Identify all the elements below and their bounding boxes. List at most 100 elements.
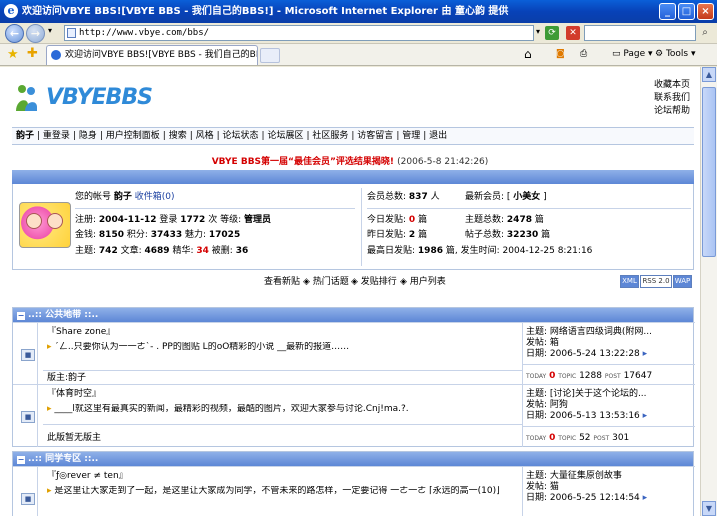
logo-figure-icon: [16, 85, 37, 111]
xml-badge[interactable]: XML: [620, 275, 639, 288]
menu-control-panel[interactable]: 用户控制面板: [106, 131, 160, 141]
forum-name[interactable]: 『体育时空』: [47, 389, 101, 400]
topic-tag: TOPIC: [558, 435, 577, 442]
today-tag: TODAY: [526, 435, 547, 442]
history-dropdown-icon[interactable]: ▾: [48, 26, 52, 35]
scroll-down-icon[interactable]: ▼: [702, 501, 716, 516]
tab-bar: ★ ✚ 欢迎访问VBYE BBS![VBYE BBS - 我们自己的BBS!] …: [0, 44, 717, 66]
url-dropdown-icon[interactable]: ▾: [536, 27, 540, 36]
section-title: ..:: 同学专区 ::..: [28, 454, 99, 464]
account-name[interactable]: 韵子: [114, 192, 132, 202]
menu-guestbook[interactable]: 访客留言: [357, 131, 393, 141]
points-value: 37433: [150, 230, 183, 240]
deleted-value: 36: [235, 246, 249, 256]
info-header-bar: [12, 170, 694, 184]
topic-tag: TOPIC: [558, 373, 577, 380]
level-label: 等级:: [220, 215, 242, 225]
forum-row: ■ 『Share zone』 ▸ ´ㄥ..只要你认为一一ㄜ`- . PP的图贴 …: [13, 322, 695, 384]
add-favorite-icon[interactable]: ✚: [27, 46, 38, 61]
section-classmates: −..:: 同学专区 ::.. ■ 『ƒ◎rever ≠ ten』 ▸ 是这里让…: [12, 451, 695, 516]
forum-name[interactable]: 『Share zone』: [47, 327, 115, 338]
members-value: 837: [408, 192, 428, 202]
menu-invisible[interactable]: 隐身: [79, 131, 97, 141]
menu-services[interactable]: 社区服务: [312, 131, 348, 141]
max-value: 1986: [417, 246, 443, 256]
link-help[interactable]: 论坛帮助: [620, 105, 690, 118]
tab-page-icon: [51, 50, 61, 60]
page-menu[interactable]: ▭ Page ▾: [612, 46, 653, 63]
forum-desc: 是这里让大家走到了一起，是这里让大家成为同学，不管未来的路怎样，一定要记得 一ㄜ…: [54, 486, 500, 496]
menu-user[interactable]: 韵子: [16, 131, 34, 141]
login-label: 登录: [159, 215, 178, 225]
search-input[interactable]: [584, 25, 696, 41]
last-author[interactable]: 箱: [550, 338, 559, 348]
link-bookmark[interactable]: 收藏本页: [620, 79, 690, 92]
action-user-list[interactable]: 用户列表: [410, 277, 446, 287]
refresh-icon[interactable]: ⟳: [545, 26, 559, 40]
feeds-icon[interactable]: ◙: [556, 46, 565, 63]
action-post-ranking[interactable]: 发贴排行: [361, 277, 397, 287]
last-topic-link[interactable]: 大量征集原创故事: [550, 471, 622, 481]
vertical-scrollbar[interactable]: ▲ ▼: [700, 67, 717, 516]
total-posts-label: 帖子总数:: [465, 230, 505, 240]
today-tag: TODAY: [526, 373, 547, 380]
title-bar: e 欢迎访问VBYE BBS![VBYE BBS - 我们自己的BBS!] - …: [0, 0, 717, 23]
page-content: VBYEBBS 收藏本页 联系我们 论坛帮助 韵子 | 重登录 | 隐身 | 用户控制…: [0, 67, 700, 516]
announcement-link[interactable]: VBYE BBS第一届“最佳会员”评选结果揭晓!: [212, 157, 394, 167]
tools-menu[interactable]: ⚙ Tools ▾: [655, 46, 696, 63]
stop-icon[interactable]: ✕: [566, 26, 580, 40]
maximize-button[interactable]: □: [678, 3, 695, 20]
menu-logout[interactable]: 退出: [429, 131, 447, 141]
level-value: 管理员: [244, 215, 272, 225]
deleted-label: 被删:: [211, 246, 233, 256]
menu-relogin[interactable]: 重登录: [43, 131, 70, 141]
menu-showcase[interactable]: 论坛展区: [267, 131, 303, 141]
url-input[interactable]: http://www.vbye.com/bbs/: [64, 25, 534, 41]
ie-logo-icon: e: [4, 4, 18, 18]
rss-badge[interactable]: RSS 2.0: [640, 275, 672, 288]
window-title: 欢迎访问VBYE BBS![VBYE BBS - 我们自己的BBS!] - Mi…: [22, 6, 509, 17]
section-header[interactable]: −..:: 同学专区 ::..: [13, 452, 693, 466]
info-divider: [361, 188, 362, 266]
address-bar: ← → ▾ http://www.vbye.com/bbs/ ▾ ⟳ ✕ ⌕: [0, 23, 717, 44]
announcement: VBYE BBS第一届“最佳会员”评选结果揭晓! (2006-5-8 21:42…: [0, 154, 700, 167]
max-unit: 篇,: [445, 246, 458, 256]
search-icon[interactable]: ⌕: [698, 26, 712, 40]
link-contact[interactable]: 联系我们: [620, 92, 690, 105]
last-topic-link[interactable]: [讨论]关于这个论坛的...: [550, 389, 647, 399]
collapse-icon[interactable]: −: [17, 456, 25, 464]
new-tab-button[interactable]: [260, 48, 280, 63]
moderator-name[interactable]: 韵子: [68, 373, 86, 383]
forum-name[interactable]: 『ƒ◎rever ≠ ten』: [47, 471, 128, 482]
topics-label: 主题:: [75, 246, 97, 256]
scroll-thumb[interactable]: [702, 87, 716, 257]
close-button[interactable]: ×: [697, 3, 714, 20]
last-topic-link[interactable]: 网络语言四级词典(附网...: [550, 327, 652, 337]
menu-search[interactable]: 搜索: [169, 131, 187, 141]
favorites-star-icon[interactable]: ★: [7, 47, 19, 62]
action-hot-topics[interactable]: 热门话题: [313, 277, 349, 287]
last-author[interactable]: 猫: [550, 482, 559, 492]
last-author[interactable]: 阿狗: [550, 400, 568, 410]
menu-manage[interactable]: 管理: [402, 131, 420, 141]
yesterday-label: 昨日发贴:: [367, 230, 407, 240]
members-unit: 人: [430, 192, 440, 202]
forward-button[interactable]: →: [26, 24, 45, 43]
wap-badge[interactable]: WAP: [673, 275, 692, 288]
print-icon[interactable]: ⎙: [580, 46, 587, 63]
inbox-link[interactable]: 收件箱(0): [135, 192, 175, 202]
yesterday-unit: 篇: [418, 230, 428, 240]
site-logo[interactable]: VBYEBBS: [12, 77, 153, 117]
menu-style[interactable]: 风格: [196, 131, 214, 141]
menu-status[interactable]: 论坛状态: [223, 131, 259, 141]
forum-posts: 301: [612, 433, 630, 443]
home-icon[interactable]: ⌂: [524, 46, 532, 63]
section-header[interactable]: −..:: 公共地带 ::..: [13, 308, 693, 322]
scroll-up-icon[interactable]: ▲: [702, 67, 716, 82]
collapse-icon[interactable]: −: [17, 312, 25, 320]
action-new-posts[interactable]: 查看新贴: [264, 277, 300, 288]
back-button[interactable]: ←: [5, 24, 24, 43]
tab-active[interactable]: 欢迎访问VBYE BBS![VBYE BBS - 我们自己的BBS!]: [46, 45, 258, 65]
newest-member[interactable]: 小美女: [513, 192, 540, 202]
minimize-button[interactable]: _: [659, 3, 676, 20]
